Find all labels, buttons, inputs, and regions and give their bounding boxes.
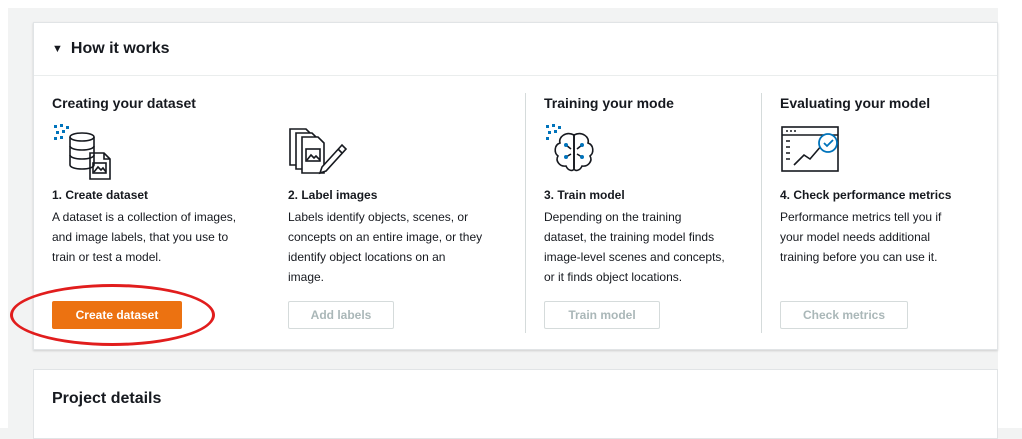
step-title-train-model: 3. Train model bbox=[544, 188, 625, 202]
how-it-works-panel: ▼ How it works Creating your dataset 1. … bbox=[33, 22, 998, 350]
project-details-panel: Project details bbox=[33, 369, 998, 439]
label-images-icon bbox=[289, 128, 348, 175]
column-training-model: Training your mode bbox=[544, 95, 674, 111]
train-model-button[interactable]: Train model bbox=[544, 301, 660, 329]
step-desc-check-metrics: Performance metrics tell you if your mod… bbox=[780, 210, 942, 264]
panel-title: How it works bbox=[70, 40, 170, 57]
column-creating-dataset: Creating your dataset bbox=[52, 95, 196, 111]
step-desc-create-dataset: A dataset is a collection of images, and… bbox=[52, 210, 237, 264]
caret-down-icon: ▼ bbox=[52, 43, 63, 55]
create-dataset-button[interactable]: Create dataset bbox=[52, 301, 182, 329]
column-divider bbox=[525, 93, 526, 333]
step-title-label-images: 2. Label images bbox=[288, 188, 378, 202]
how-it-works-header[interactable]: ▼ How it works bbox=[34, 23, 997, 76]
top-strip bbox=[0, 0, 1022, 8]
column-heading: Evaluating your model bbox=[780, 95, 931, 111]
column-divider bbox=[761, 93, 762, 333]
project-details-title: Project details bbox=[52, 390, 162, 407]
right-margin bbox=[998, 0, 1022, 428]
column-heading: Creating your dataset bbox=[52, 95, 196, 111]
column-evaluating-model: Evaluating your model bbox=[780, 95, 930, 111]
check-metrics-button[interactable]: Check metrics bbox=[780, 301, 908, 329]
column-heading: Training your mode bbox=[544, 95, 674, 111]
metrics-chart-icon bbox=[781, 126, 839, 172]
dataset-icon bbox=[54, 124, 111, 180]
left-margin bbox=[0, 0, 8, 428]
step-title-create-dataset: 1. Create dataset bbox=[52, 188, 149, 202]
step-desc-label-images: Labels identify objects, scenes, or conc… bbox=[288, 210, 483, 284]
brain-icon bbox=[546, 124, 594, 172]
add-labels-button[interactable]: Add labels bbox=[288, 301, 394, 329]
step-title-check-metrics: 4. Check performance metrics bbox=[780, 188, 952, 202]
step-desc-train-model: Depending on the training dataset, the t… bbox=[544, 210, 725, 284]
